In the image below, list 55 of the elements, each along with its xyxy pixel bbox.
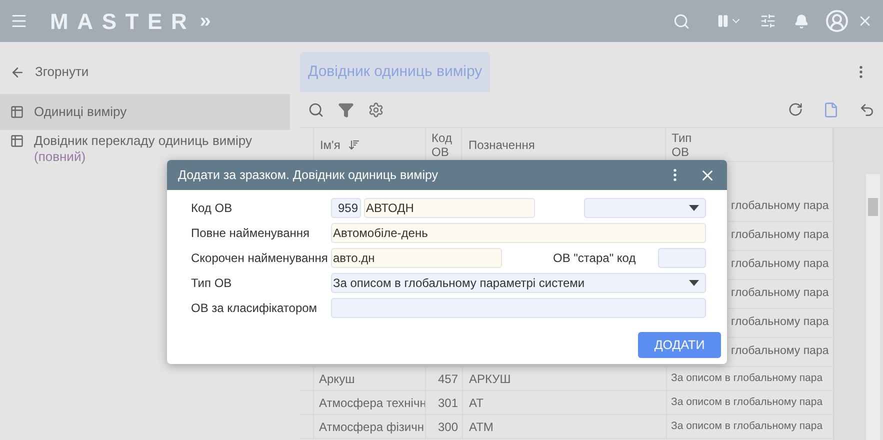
add-button[interactable]: ДОДАТИ xyxy=(638,332,721,358)
table-cell: Атмосфера фізичн xyxy=(314,415,426,438)
table-cell-text: глобальному пара xyxy=(731,344,829,360)
table-cell: Аркуш xyxy=(314,367,426,390)
table-cell-text: глобальному пара xyxy=(731,199,829,214)
table-cell-text: За описом в глобальному пара xyxy=(670,394,824,410)
table-cell: 457 xyxy=(426,367,463,390)
table-cell-text: глобальному пара xyxy=(731,228,829,244)
classifier-field[interactable] xyxy=(331,298,706,318)
table-cell: АТМ xyxy=(463,415,667,438)
pause-icon[interactable] xyxy=(716,14,730,28)
field-label: Тип ОВ xyxy=(191,275,233,292)
table-cell-text: глобальному пара xyxy=(731,257,829,272)
sidebar-item[interactable]: Одиниці виміру xyxy=(0,94,290,130)
logo: MASTER xyxy=(50,8,196,36)
refresh-icon[interactable] xyxy=(788,102,803,117)
collapse-link[interactable]: Згорнути xyxy=(0,54,290,90)
old-code-field[interactable] xyxy=(658,248,706,268)
table-cell-text: глобальному пара xyxy=(731,315,829,330)
table-cell-text: глобальному пара xyxy=(731,286,829,302)
avatar-icon[interactable] xyxy=(825,9,849,33)
menu-icon[interactable] xyxy=(10,12,28,30)
full-name-field[interactable]: Автомобіле-день xyxy=(331,223,706,243)
field-label: ОВ "стара" код xyxy=(553,250,636,267)
sliders-icon[interactable] xyxy=(760,13,776,29)
caret-icon xyxy=(689,205,699,211)
sort-icon[interactable] xyxy=(348,138,360,150)
search-icon[interactable] xyxy=(308,102,324,118)
table-cell: АРКУШ xyxy=(463,367,667,390)
filter-icon[interactable] xyxy=(338,102,354,118)
table-cell-text: За описом в глобальному пара xyxy=(670,418,824,434)
table-icon xyxy=(10,105,24,119)
code-field[interactable]: АВТОДН xyxy=(364,198,535,218)
settings-icon[interactable] xyxy=(368,102,384,118)
scrollbar[interactable] xyxy=(866,174,880,440)
short-name-field[interactable]: авто.дн xyxy=(331,248,502,268)
field-label: Повне найменування xyxy=(191,225,311,242)
caret-icon xyxy=(689,280,699,286)
type-dropdown[interactable]: За описом в глобальному параметрі системи xyxy=(331,273,706,293)
bell-icon[interactable] xyxy=(794,14,809,28)
code-dropdown[interactable] xyxy=(584,198,706,218)
dialog-title: Додати за зразком. Довідник одиниць виміру xyxy=(178,166,438,184)
field-label: ОВ за класифікатором xyxy=(191,300,318,317)
table-cell-text: За описом в глобальному пара xyxy=(670,370,824,386)
field-label: Код ОВ xyxy=(191,200,234,217)
sidebar-item[interactable]: Довідник перекладу одиниць виміру (повний) xyxy=(0,130,290,168)
undo-icon[interactable] xyxy=(859,102,875,118)
table-cell: 300 xyxy=(426,415,463,438)
table-cell: 301 xyxy=(426,391,463,414)
table-icon xyxy=(10,134,24,148)
document-icon[interactable] xyxy=(823,102,839,118)
search-icon[interactable] xyxy=(673,12,690,30)
code-number-field[interactable]: 959 xyxy=(331,198,361,218)
table-cell: АТ xyxy=(463,391,667,414)
field-label: Скорочен найменування xyxy=(191,250,329,267)
